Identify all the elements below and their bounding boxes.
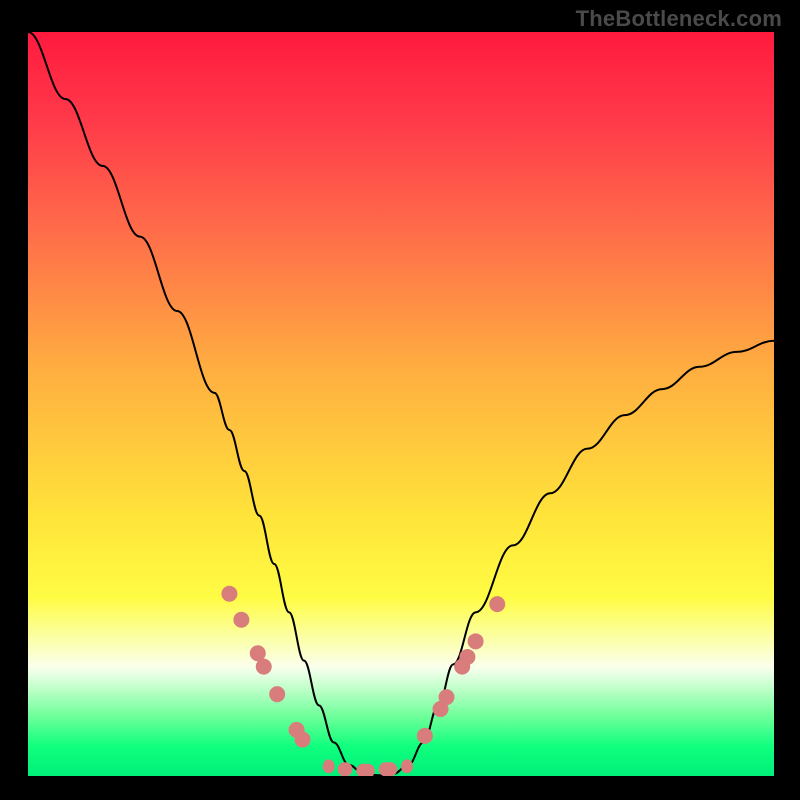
attribution-text: TheBottleneck.com [576,6,782,32]
marker-dot [439,689,455,705]
marker-dot [269,686,285,702]
valley-dashes [323,759,413,776]
marker-dot [221,586,237,602]
marker-dot [489,596,505,612]
valley-dash [356,764,375,776]
marker-dot [417,728,433,744]
valley-dash [338,762,353,776]
markers-right [417,596,505,744]
valley-dash [323,759,335,773]
valley-dash [379,762,398,776]
marker-dot [295,732,311,748]
chart-svg [28,32,774,776]
markers-left [221,586,310,748]
plot-area [28,32,774,776]
outer-frame: TheBottleneck.com [0,0,800,800]
bottleneck-curve [28,32,774,775]
marker-dot [459,649,475,665]
marker-dot [468,633,484,649]
marker-dot [256,659,272,675]
valley-dash [401,759,413,773]
marker-dot [233,612,249,628]
